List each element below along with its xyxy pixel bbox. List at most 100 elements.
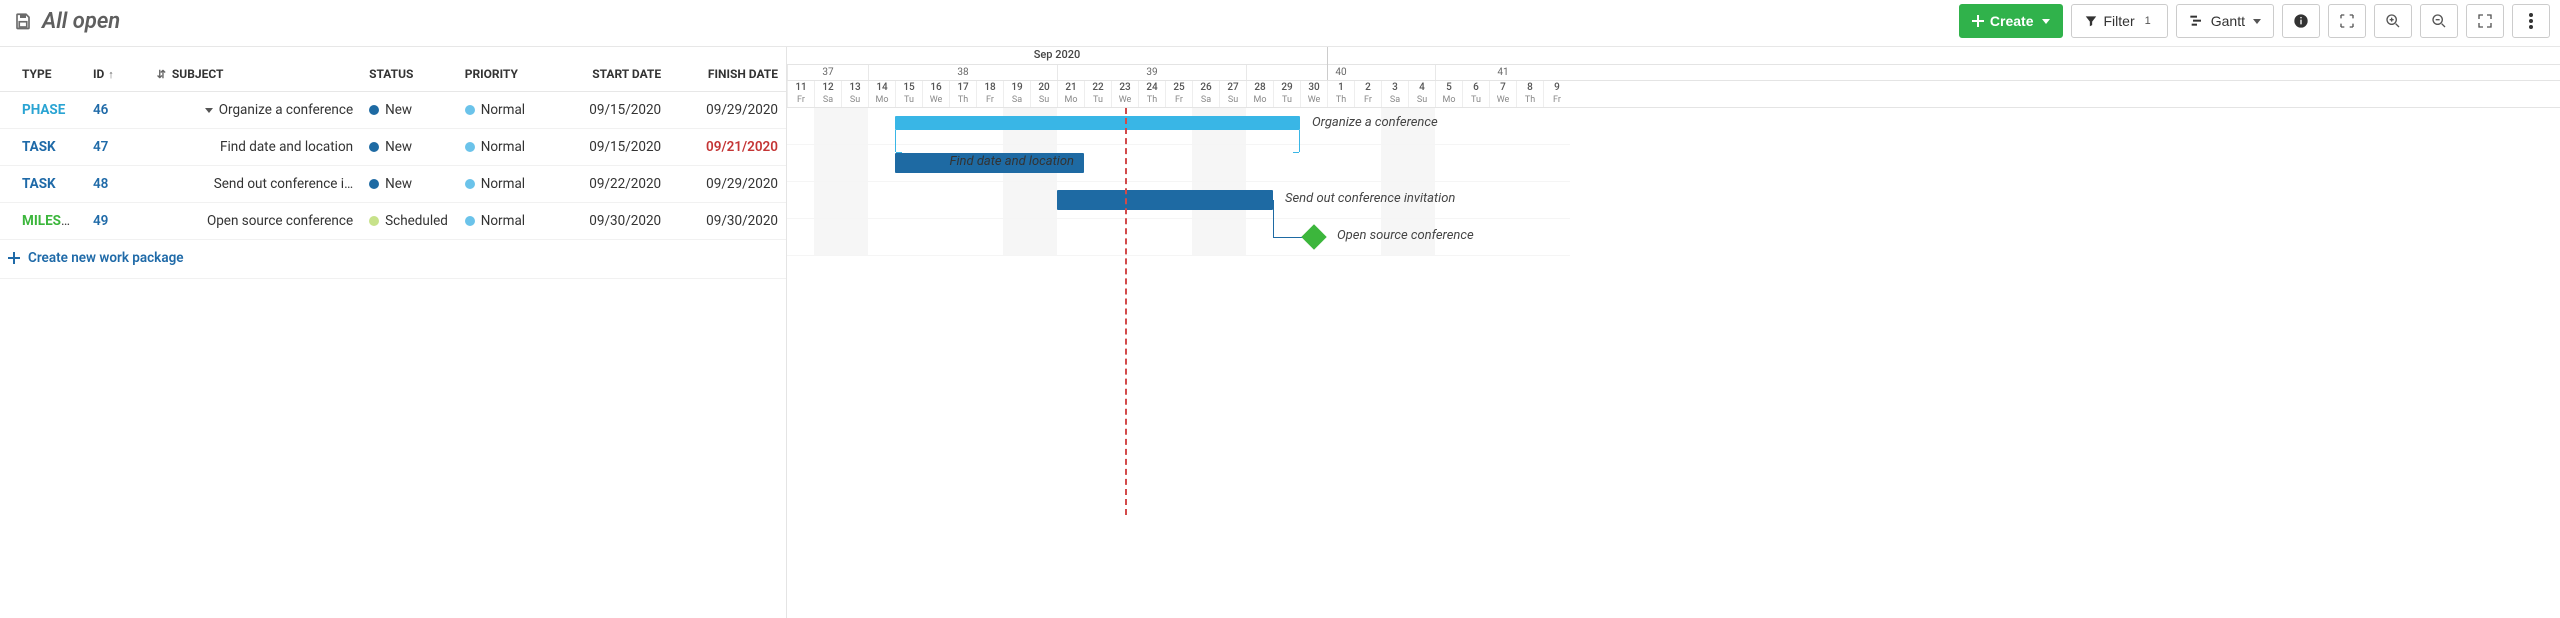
create-button-label: Create: [1990, 13, 2034, 29]
kebab-icon: [2529, 13, 2533, 29]
type-label: MILESTONE: [22, 213, 85, 229]
gantt-day-cell: 16We: [922, 81, 949, 107]
status-dot-icon: [369, 216, 379, 226]
gantt-today-line: [1125, 108, 1127, 515]
col-header-subject[interactable]: ⇵ SUBJECT: [149, 57, 361, 92]
gantt-day-cell: 18Fr: [976, 81, 1003, 107]
priority-dot-icon: [465, 105, 475, 115]
gantt-dependency-line: [1273, 200, 1274, 237]
gantt-task-bar[interactable]: Find date and location: [895, 153, 1084, 173]
gantt-day-cell: 2Fr: [1354, 81, 1381, 107]
col-header-type[interactable]: TYPE: [0, 57, 85, 92]
fullscreen-button[interactable]: [2466, 4, 2504, 38]
id-link[interactable]: 47: [93, 139, 108, 155]
create-work-package-row[interactable]: Create new work package: [0, 240, 786, 279]
gantt-bar-label: Find date and location: [950, 154, 1074, 169]
gantt-body: Organize a conference Find date and locat…: [787, 108, 1570, 515]
col-header-status[interactable]: STATUS: [361, 57, 457, 92]
plus-icon: [8, 252, 20, 264]
filter-button[interactable]: Filter 1: [2071, 4, 2168, 38]
toolbar-right: Create Filter 1 Gantt: [1959, 4, 2550, 38]
id-link[interactable]: 48: [93, 176, 108, 192]
gantt-day-cell: 4Su: [1408, 81, 1435, 107]
start-date: 09/15/2020: [589, 102, 661, 118]
gantt-bar-label: Send out conference invitation: [1285, 191, 1455, 206]
table-row[interactable]: MILESTONE 49 Open source conference Schedul…: [0, 203, 786, 240]
gantt-day-row: 11Fr12Sa13Su14Mo15Tu16We17Th18Fr19Sa20Su…: [787, 81, 2560, 107]
gantt-bar-label: Open source conference: [1337, 228, 1474, 243]
priority-dot-icon: [465, 179, 475, 189]
gantt-day-cell: 23We: [1111, 81, 1138, 107]
finish-date: 09/21/2020: [706, 139, 778, 155]
id-link[interactable]: 46: [93, 102, 108, 118]
table-row[interactable]: TASK48Send out conference i…NewNormal09/…: [0, 166, 786, 203]
col-header-start[interactable]: START DATE: [552, 57, 669, 92]
status-text: New: [385, 102, 412, 118]
filter-count-badge: 1: [2141, 13, 2155, 29]
gantt-pane[interactable]: Sep 2020 3738394041 11Fr12Sa13Su14Mo15Tu…: [787, 47, 2560, 618]
table-row[interactable]: TASK47Find date and locationNewNormal09/…: [0, 129, 786, 166]
gantt-task-bar[interactable]: Send out conference invitation: [1057, 190, 1273, 210]
priority-text: Normal: [481, 213, 525, 229]
gantt-bar-label: Organize a conference: [1312, 115, 1438, 130]
gantt-month-row: Sep 2020: [787, 47, 2560, 65]
caret-down-icon: [2253, 19, 2261, 24]
subject-text[interactable]: Send out conference i…: [214, 176, 353, 192]
expand-toggle-icon[interactable]: [205, 108, 213, 113]
type-label: TASK: [22, 139, 56, 155]
create-button[interactable]: Create: [1959, 4, 2063, 38]
more-menu-button[interactable]: [2512, 4, 2550, 38]
gantt-day-cell: 25Fr: [1165, 81, 1192, 107]
gantt-day-cell: 30We: [1300, 81, 1327, 107]
gantt-day-cell: 12Sa: [814, 81, 841, 107]
view-title[interactable]: All open: [42, 9, 120, 34]
info-button[interactable]: [2282, 4, 2320, 38]
gantt-day-cell: 14Mo: [868, 81, 895, 107]
status-dot-icon: [369, 105, 379, 115]
col-header-subject-label: SUBJECT: [172, 67, 224, 81]
start-date: 09/30/2020: [589, 213, 661, 229]
col-header-priority[interactable]: PRIORITY: [457, 57, 553, 92]
gantt-day-cell: 24Th: [1138, 81, 1165, 107]
gantt-day-cell: 22Tu: [1084, 81, 1111, 107]
priority-dot-icon: [465, 142, 475, 152]
subject-text[interactable]: Organize a conference: [219, 102, 353, 118]
gantt-day-cell: 7We: [1489, 81, 1516, 107]
status-text: Scheduled: [385, 213, 448, 229]
gantt-day-cell: 17Th: [949, 81, 976, 107]
col-header-finish[interactable]: FINISH DATE: [669, 57, 786, 92]
gantt-day-cell: 28Mo: [1246, 81, 1273, 107]
finish-date: 09/29/2020: [706, 176, 778, 192]
zoom-out-button[interactable]: [2420, 4, 2458, 38]
subject-text[interactable]: Open source conference: [207, 213, 353, 229]
gantt-phase-bar[interactable]: Organize a conference: [895, 116, 1300, 130]
table-row[interactable]: PHASE46Organize a conferenceNewNormal09/…: [0, 92, 786, 129]
priority-text: Normal: [481, 176, 525, 192]
zoom-auto-button[interactable]: [2328, 4, 2366, 38]
gantt-day-cell: 5Mo: [1435, 81, 1462, 107]
work-package-table: TYPE ID↑ ⇵ SUBJECT STATUS PRIORITY START …: [0, 57, 786, 279]
status-dot-icon: [369, 142, 379, 152]
toolbar: All open Create Filter 1: [0, 0, 2560, 47]
gantt-day-cell: 21Mo: [1057, 81, 1084, 107]
priority-text: Normal: [481, 102, 525, 118]
gantt-day-cell: 19Sa: [1003, 81, 1030, 107]
finish-date: 09/30/2020: [706, 213, 778, 229]
gantt-day-cell: 20Su: [1030, 81, 1057, 107]
gantt-toggle-button[interactable]: Gantt: [2176, 4, 2274, 38]
col-header-id[interactable]: ID↑: [85, 57, 149, 92]
save-icon[interactable]: [14, 12, 32, 30]
gantt-day-cell: 6Tu: [1462, 81, 1489, 107]
subject-text[interactable]: Find date and location: [220, 139, 353, 155]
zoom-in-button[interactable]: [2374, 4, 2412, 38]
hierarchy-icon: ⇵: [157, 68, 166, 81]
gantt-week-cell: 37: [787, 65, 868, 80]
table-header-row: TYPE ID↑ ⇵ SUBJECT STATUS PRIORITY START …: [0, 57, 786, 92]
start-date: 09/15/2020: [589, 139, 661, 155]
create-work-package-link[interactable]: Create new work package: [8, 250, 184, 266]
priority-text: Normal: [481, 139, 525, 155]
id-link[interactable]: 49: [93, 213, 108, 229]
status-text: New: [385, 176, 412, 192]
sort-asc-icon: ↑: [108, 68, 114, 81]
gantt-day-cell: 13Su: [841, 81, 868, 107]
